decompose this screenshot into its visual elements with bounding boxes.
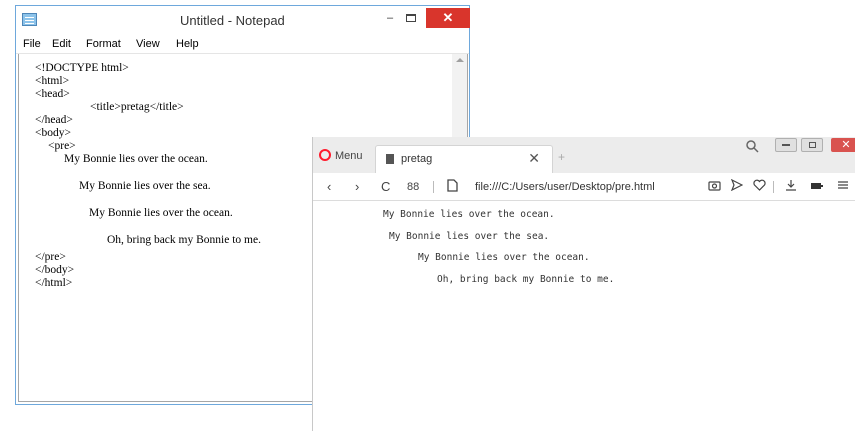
pre-line: My Bonnie lies over the ocean. <box>418 252 590 263</box>
maximize-button[interactable] <box>400 8 422 28</box>
browser-minimize-button[interactable] <box>775 138 797 152</box>
maximize-icon <box>809 142 816 148</box>
code-line: <body> <box>35 127 71 139</box>
minimize-button[interactable]: – <box>380 8 400 28</box>
code-line: Oh, bring back my Bonnie to me. <box>107 234 261 246</box>
tab-close-button[interactable]: ✕ <box>528 150 540 167</box>
minimize-icon <box>782 144 790 146</box>
browser-close-button[interactable]: ✕ <box>831 138 855 152</box>
code-line: <html> <box>35 75 70 87</box>
code-line: My Bonnie lies over the ocean. <box>64 153 208 165</box>
menu-edit[interactable]: Edit <box>52 38 71 50</box>
opera-menu-label: Menu <box>335 150 363 162</box>
opera-menu-button[interactable]: Menu <box>319 149 363 162</box>
code-line: <pre> <box>48 140 76 152</box>
menu-view[interactable]: View <box>136 38 160 50</box>
reload-button[interactable]: C <box>381 179 390 194</box>
close-button[interactable]: ✕ <box>426 8 470 28</box>
browser-tabbar: Menu pretag ✕ + ✕ <box>313 137 855 173</box>
send-icon[interactable] <box>730 178 744 194</box>
menu-format[interactable]: Format <box>86 38 121 50</box>
heart-icon[interactable] <box>753 179 766 194</box>
address-bar[interactable]: file:///C:/Users/user/Desktop/pre.html <box>475 181 655 193</box>
menu-help[interactable]: Help <box>176 38 199 50</box>
tab-title: pretag <box>401 153 433 165</box>
search-icon[interactable] <box>745 139 759 156</box>
opera-logo-icon <box>319 149 331 161</box>
menu-file[interactable]: File <box>23 38 41 50</box>
back-button[interactable]: ‹ <box>327 179 331 194</box>
code-line: </head> <box>35 114 73 126</box>
notepad-app-icon <box>22 13 37 26</box>
pre-line: My Bonnie lies over the sea. <box>389 231 550 242</box>
code-line: </body> <box>35 264 75 276</box>
new-tab-button[interactable]: + <box>558 150 565 164</box>
notepad-window-title: Untitled - Notepad <box>180 13 285 28</box>
battery-icon[interactable] <box>810 179 824 194</box>
menu-icon[interactable] <box>837 179 849 194</box>
code-line: </pre> <box>35 251 66 263</box>
forward-button[interactable]: › <box>355 179 359 194</box>
toolbar-divider <box>433 181 434 193</box>
pre-line: My Bonnie lies over the ocean. <box>383 209 555 220</box>
tab-pretag[interactable]: pretag ✕ <box>375 145 553 173</box>
code-line: <!DOCTYPE html> <box>35 62 129 74</box>
speed-dial-button[interactable]: 88 <box>407 181 419 193</box>
maximize-icon <box>406 14 416 22</box>
camera-icon[interactable] <box>708 179 721 194</box>
browser-window: Menu pretag ✕ + ✕ ‹ › C 88 file:///C:/Us… <box>312 137 855 431</box>
code-line: <title>pretag</title> <box>90 101 184 113</box>
document-icon <box>386 154 394 164</box>
code-line: My Bonnie lies over the sea. <box>79 180 211 192</box>
page-info-icon[interactable] <box>447 179 458 195</box>
pre-line: Oh, bring back my Bonnie to me. <box>437 274 615 285</box>
notepad-scrollbar[interactable] <box>452 54 467 144</box>
toolbar-divider <box>773 181 774 193</box>
page-content: My Bonnie lies over the ocean. My Bonnie… <box>313 201 855 431</box>
notepad-menubar: File Edit Format View Help <box>16 36 469 54</box>
code-line: <head> <box>35 88 70 100</box>
code-line: </html> <box>35 277 73 289</box>
download-icon[interactable] <box>785 179 797 194</box>
browser-toolbar: ‹ › C 88 file:///C:/Users/user/Desktop/p… <box>313 173 855 201</box>
code-line: My Bonnie lies over the ocean. <box>89 207 233 219</box>
browser-maximize-button[interactable] <box>801 138 823 152</box>
notepad-titlebar[interactable]: Untitled - Notepad – ✕ <box>16 6 470 34</box>
